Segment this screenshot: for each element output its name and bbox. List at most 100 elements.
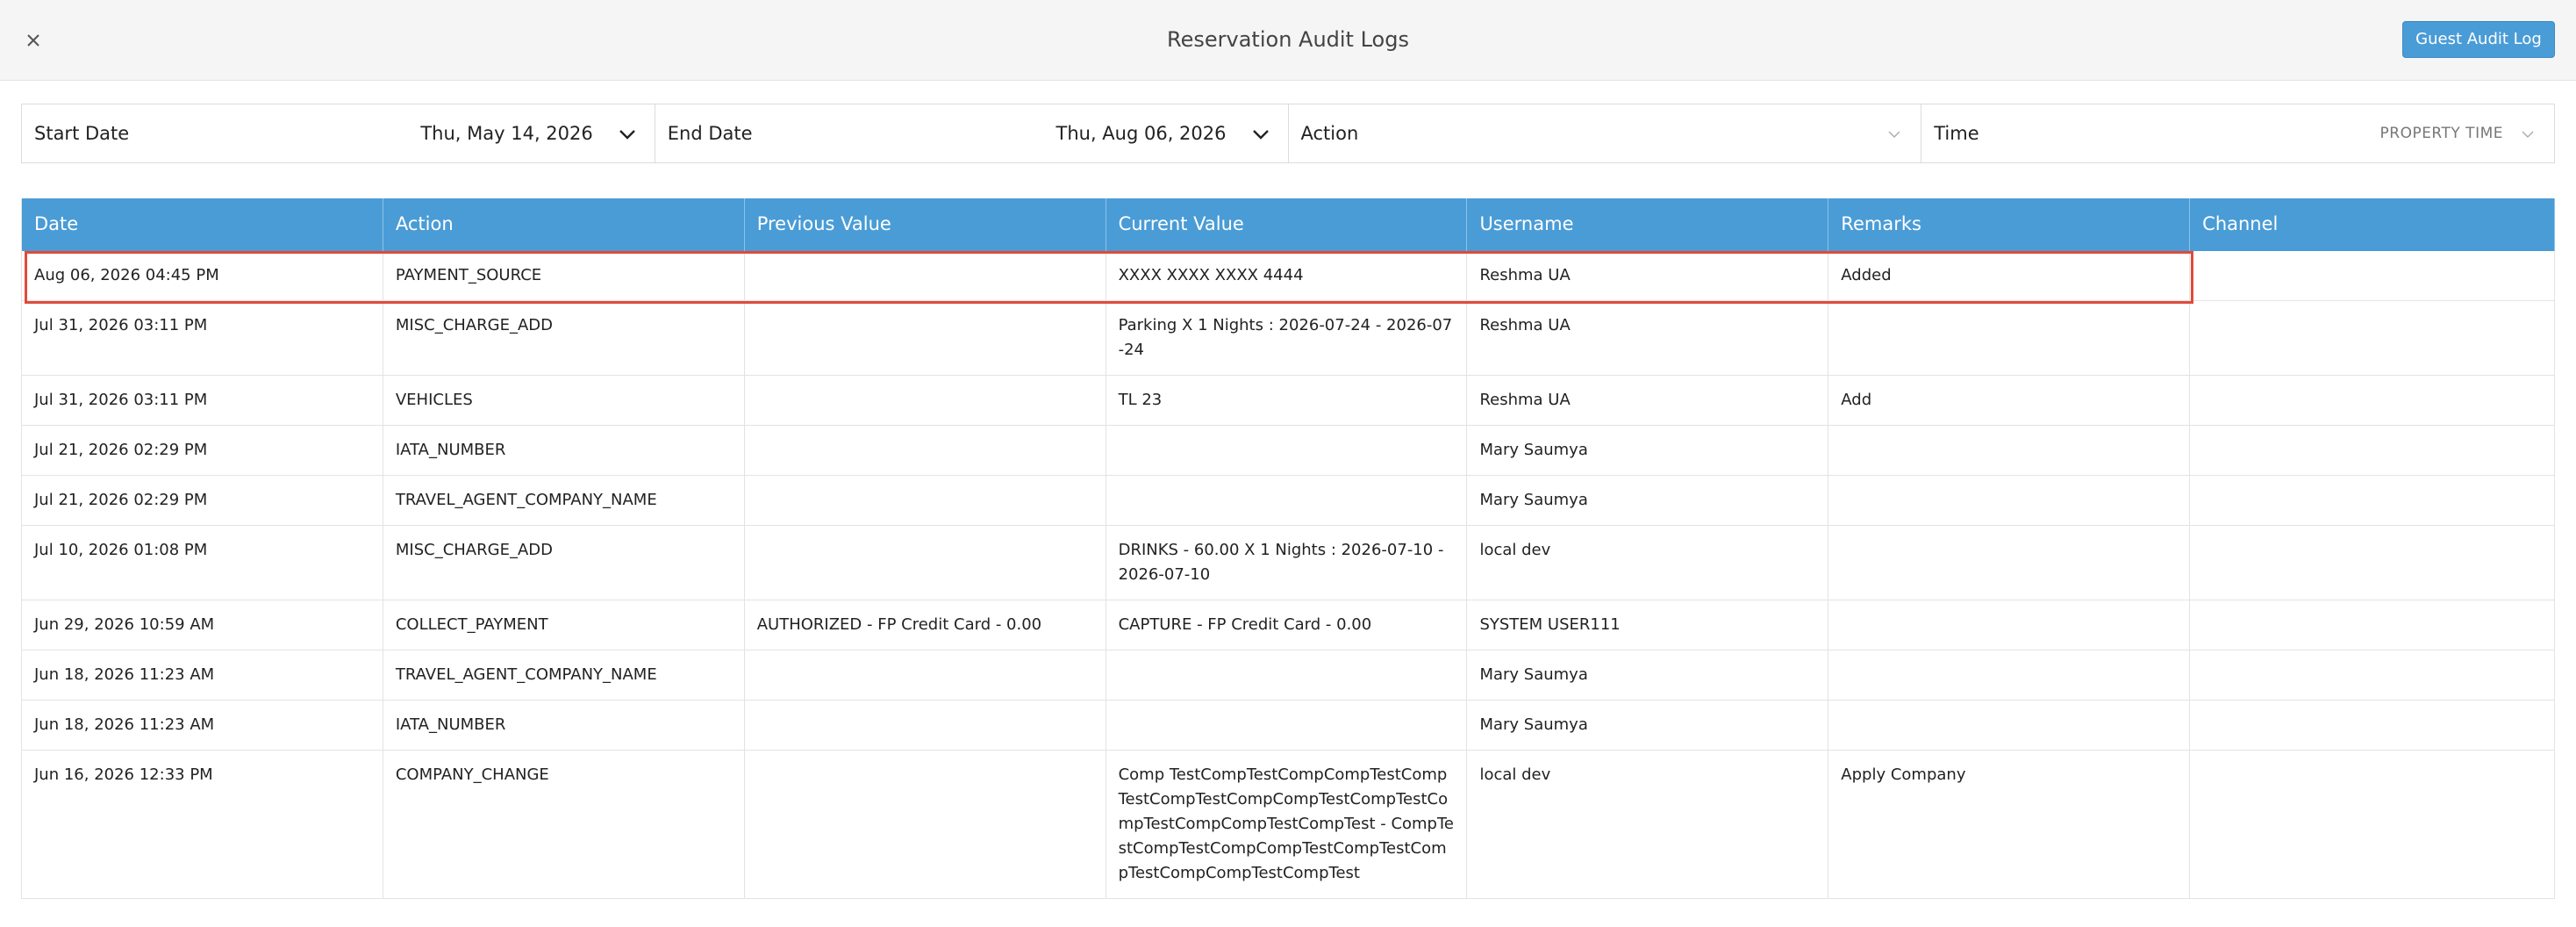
column-header-username[interactable]: Username (1467, 198, 1829, 251)
table-cell: Comp TestCompTestCompCompTestCompTestCom… (1106, 751, 1468, 898)
chevron-down-icon[interactable] (1887, 127, 1901, 141)
table-cell (2190, 600, 2556, 650)
table-cell: Jul 31, 2026 03:11 PM (22, 301, 383, 375)
table-row[interactable]: Jun 18, 2026 11:23 AM IATA_NUMBER Mary Sau… (22, 701, 2556, 751)
table-row[interactable]: Aug 06, 2026 04:45 PM PAYMENT_SOURCE XXXX … (22, 251, 2556, 301)
column-header-channel[interactable]: Channel (2190, 198, 2556, 251)
table-cell: Aug 06, 2026 04:45 PM (22, 251, 383, 300)
table-cell (1106, 650, 1468, 700)
table-cell: Mary Saumya (1467, 650, 1829, 700)
table-cell: PAYMENT_SOURCE (383, 251, 745, 300)
table-row[interactable]: Jun 18, 2026 11:23 AM TRAVEL_AGENT_COMPAN… (22, 650, 2556, 701)
table-cell (745, 526, 1106, 600)
table-row[interactable]: Jul 10, 2026 01:08 PM MISC_CHARGE_ADD DRIN… (22, 526, 2556, 600)
table-cell (1828, 701, 2191, 750)
table-cell (1106, 701, 1468, 750)
table-cell (745, 301, 1106, 375)
table-cell: Jul 10, 2026 01:08 PM (22, 526, 383, 600)
table-cell: SYSTEM USER111 (1467, 600, 1829, 650)
table-cell: Add (1828, 376, 2191, 425)
column-header-action[interactable]: Action (383, 198, 745, 251)
table-cell: COMPANY_CHANGE (383, 751, 745, 898)
table-cell (745, 376, 1106, 425)
table-cell (2190, 426, 2556, 475)
column-header-previous-value[interactable]: Previous Value (745, 198, 1106, 251)
table-row[interactable]: Jun 16, 2026 12:33 PM COMPANY_CHANGE Comp … (22, 751, 2556, 899)
table-row[interactable]: Jul 31, 2026 03:11 PM VEHICLES TL 23 Reshma… (22, 376, 2556, 426)
table-cell: IATA_NUMBER (383, 701, 745, 750)
column-header-remarks[interactable]: Remarks (1828, 198, 2191, 251)
table-cell: Jul 31, 2026 03:11 PM (22, 376, 383, 425)
table-cell (1828, 600, 2191, 650)
table-cell (2190, 376, 2556, 425)
table-row[interactable]: Jul 21, 2026 02:29 PM IATA_NUMBER Mary Sau… (22, 426, 2556, 476)
table-cell: Jun 29, 2026 10:59 AM (22, 600, 383, 650)
table-cell (1828, 476, 2191, 525)
table-cell (745, 701, 1106, 750)
table-cell (745, 251, 1106, 300)
filter-bar: Start Date Thu, May 14, 2026 End Date Th… (21, 104, 2555, 163)
table-cell (2190, 476, 2556, 525)
table-cell (745, 476, 1106, 525)
chevron-down-icon[interactable] (1251, 125, 1270, 144)
close-button[interactable] (19, 26, 47, 54)
table-cell (745, 650, 1106, 700)
table-cell: TL 23 (1106, 376, 1468, 425)
table-cell (2190, 650, 2556, 700)
table-cell: MISC_CHARGE_ADD (383, 301, 745, 375)
table-cell: Reshma UA (1467, 251, 1829, 300)
table-row[interactable]: Jul 31, 2026 03:11 PM MISC_CHARGE_ADD Park… (22, 301, 2556, 376)
action-filter[interactable]: Action (1289, 104, 1922, 162)
table-row[interactable]: Jun 29, 2026 10:59 AM COLLECT_PAYMENT AUTH… (22, 600, 2556, 650)
table-header: Date Action Previous Value Current Value… (22, 198, 2556, 251)
chevron-down-icon[interactable] (2521, 127, 2535, 141)
start-date-filter[interactable]: Start Date Thu, May 14, 2026 (22, 104, 655, 162)
table-cell (745, 751, 1106, 898)
table-cell: TRAVEL_AGENT_COMPANY_NAME (383, 650, 745, 700)
table-cell: TRAVEL_AGENT_COMPANY_NAME (383, 476, 745, 525)
table-cell: Parking X 1 Nights : 2026-07-24 - 2026-0… (1106, 301, 1468, 375)
table-cell: XXXX XXXX XXXX 4444 (1106, 251, 1468, 300)
table-cell: MISC_CHARGE_ADD (383, 526, 745, 600)
table-cell: Mary Saumya (1467, 476, 1829, 525)
column-header-date[interactable]: Date (22, 198, 383, 251)
end-date-filter[interactable]: End Date Thu, Aug 06, 2026 (655, 104, 1289, 162)
chevron-down-icon[interactable] (618, 125, 637, 144)
table-cell (2190, 301, 2556, 375)
table-cell: AUTHORIZED - FP Credit Card - 0.00 (745, 600, 1106, 650)
time-label: Time (1934, 123, 1979, 144)
table-cell (1106, 476, 1468, 525)
table-cell: Mary Saumya (1467, 426, 1829, 475)
time-filter[interactable]: Time PROPERTY TIME (1921, 104, 2554, 162)
start-date-label: Start Date (34, 123, 130, 144)
column-header-current-value[interactable]: Current Value (1106, 198, 1468, 251)
table-cell (1828, 426, 2191, 475)
table-cell: VEHICLES (383, 376, 745, 425)
table-cell: local dev (1467, 751, 1829, 898)
table-cell: Jun 16, 2026 12:33 PM (22, 751, 383, 898)
table-cell: DRINKS - 60.00 X 1 Nights : 2026-07-10 -… (1106, 526, 1468, 600)
audit-log-table: Date Action Previous Value Current Value… (21, 198, 2556, 899)
table-cell: Reshma UA (1467, 301, 1829, 375)
table-cell (1828, 650, 2191, 700)
table-cell: Jul 21, 2026 02:29 PM (22, 426, 383, 475)
action-label: Action (1300, 123, 1359, 144)
table-cell: Apply Company (1828, 751, 2191, 898)
table-cell (1106, 426, 1468, 475)
table-cell (1828, 526, 2191, 600)
table-cell (2190, 526, 2556, 600)
close-icon (27, 34, 39, 47)
time-value: PROPERTY TIME (2379, 125, 2503, 142)
table-cell: CAPTURE - FP Credit Card - 0.00 (1106, 600, 1468, 650)
start-date-value: Thu, May 14, 2026 (420, 123, 593, 144)
guest-audit-log-button[interactable]: Guest Audit Log (2402, 21, 2555, 58)
end-date-value: Thu, Aug 06, 2026 (1055, 123, 1227, 144)
end-date-label: End Date (667, 123, 753, 144)
header-bar: Reservation Audit Logs Guest Audit Log (0, 0, 2576, 81)
table-cell: Jun 18, 2026 11:23 AM (22, 650, 383, 700)
table-cell: Added (1828, 251, 2191, 300)
table-row[interactable]: Jul 21, 2026 02:29 PM TRAVEL_AGENT_COMPAN… (22, 476, 2556, 526)
table-cell (1828, 301, 2191, 375)
table-cell (2190, 701, 2556, 750)
table-cell (745, 426, 1106, 475)
